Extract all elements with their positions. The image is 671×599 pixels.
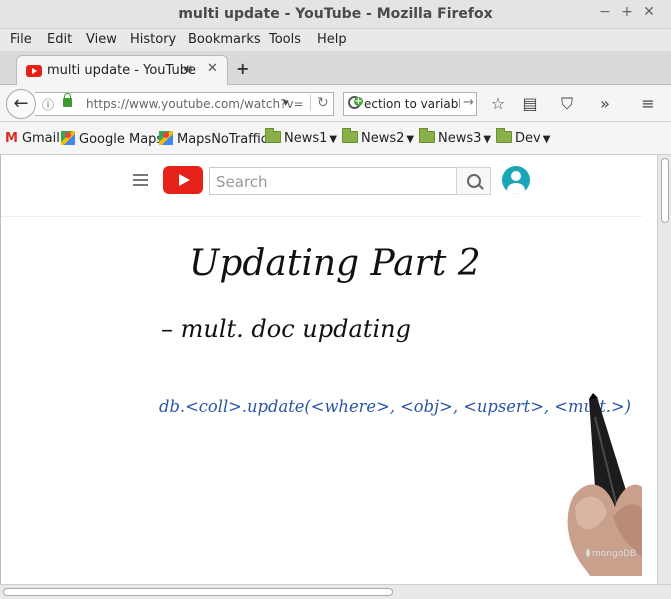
pocket-icon[interactable]: ⛉: [557, 94, 577, 114]
url-dropdown-icon[interactable]: ▾: [283, 96, 289, 109]
window-titlebar: multi update - YouTube - Mozilla Firefox…: [0, 0, 671, 29]
horizontal-scrollbar[interactable]: [0, 584, 671, 599]
vertical-scroll-thumb[interactable]: [661, 158, 669, 223]
search-engine-icon[interactable]: [348, 96, 363, 109]
maximize-button[interactable]: +: [618, 4, 636, 20]
bookmark-folder-news2[interactable]: News2 ▼: [342, 128, 415, 146]
hand: [567, 484, 642, 576]
bookmark-folder-news1[interactable]: News1 ▼: [265, 128, 338, 146]
folder-icon: [419, 128, 435, 143]
search-go-icon[interactable]: →: [463, 95, 474, 110]
handwritten-code: db.<coll>.update(<where>, <obj>, <upsert…: [159, 397, 631, 417]
handwritten-bullet: – mult. doc updating: [161, 315, 411, 343]
folder-icon: [342, 128, 358, 143]
bookmarks-toolbar: M Gmail Google Maps MapsNoTraffic News1 ▼ …: [0, 122, 671, 155]
menu-history[interactable]: History: [130, 32, 176, 47]
maps-icon: [61, 131, 75, 145]
bookmark-label: MapsNoTraffic: [177, 132, 268, 147]
avatar[interactable]: [502, 166, 530, 194]
minimize-button[interactable]: −: [596, 4, 614, 20]
bookmark-label: Gmail: [21, 131, 60, 146]
menu-help[interactable]: Help: [317, 32, 347, 47]
chevron-down-icon: ▼: [329, 134, 338, 145]
tab-youtube[interactable]: multi update - YouTube 🔊︎ ✕: [16, 55, 228, 86]
bookmark-label: Dev: [515, 131, 541, 146]
menubar: File Edit View History Bookmarks Tools H…: [0, 29, 671, 51]
new-tab-button[interactable]: +: [236, 59, 249, 78]
navigation-toolbar: ⓘ https://www.youtube.com/watch?v= ▾ ↻ ←…: [0, 85, 671, 122]
window-title: multi update - YouTube - Mozilla Firefox: [178, 6, 493, 22]
youtube-search-placeholder: Search: [216, 173, 268, 191]
bookmark-label: News2: [361, 131, 405, 146]
video-player[interactable]: Updating Part 2 – mult. doc updating db.…: [1, 216, 642, 576]
tab-close-button[interactable]: ✕: [207, 61, 218, 76]
url-bar[interactable]: ⓘ https://www.youtube.com/watch?v= ▾ ↻: [35, 92, 334, 116]
back-button[interactable]: ←: [6, 89, 36, 119]
hamburger-menu-icon[interactable]: [133, 174, 148, 186]
folder-icon: [496, 128, 512, 143]
page-content: Search Updating Part 2 – mult. doc updat…: [0, 155, 657, 584]
menu-bookmarks[interactable]: Bookmarks: [188, 32, 261, 47]
maps-icon: [159, 131, 173, 145]
chevron-down-icon: ▼: [406, 134, 415, 145]
youtube-masthead: Search: [1, 155, 657, 205]
search-input[interactable]: ection to variable: [364, 97, 460, 111]
menu-edit[interactable]: Edit: [47, 32, 72, 47]
close-window-button[interactable]: ✕: [640, 4, 658, 20]
reading-list-icon[interactable]: ▤: [520, 94, 540, 113]
bookmark-label: Google Maps: [79, 132, 164, 147]
bookmark-label: News1: [284, 131, 328, 146]
bookmark-mapsnotraffic[interactable]: MapsNoTraffic: [159, 131, 268, 147]
star-icon[interactable]: ☆: [488, 94, 508, 113]
bookmark-folder-news3[interactable]: News3 ▼: [419, 128, 492, 146]
handwritten-heading: Updating Part 2: [189, 243, 481, 284]
bookmark-label: News3: [438, 131, 482, 146]
chevron-down-icon: ▼: [542, 134, 551, 145]
bookmark-gmail[interactable]: M Gmail: [5, 131, 60, 146]
menu-icon[interactable]: ≡: [638, 94, 658, 113]
menu-file[interactable]: File: [10, 32, 32, 47]
speaker-icon[interactable]: 🔊︎: [184, 62, 192, 77]
tab-strip: multi update - YouTube 🔊︎ ✕ +: [0, 51, 671, 86]
overflow-icon[interactable]: »: [595, 94, 615, 113]
search-bar[interactable]: ection to variable →: [343, 92, 477, 116]
horizontal-scroll-thumb[interactable]: [3, 588, 393, 596]
tab-title: multi update - YouTube: [47, 63, 196, 78]
video-frame: Updating Part 2 – mult. doc updating db.…: [159, 243, 642, 576]
reload-button[interactable]: ↻: [310, 95, 329, 111]
vertical-scrollbar[interactable]: [657, 155, 671, 584]
menu-tools[interactable]: Tools: [269, 32, 301, 47]
bookmark-google-maps[interactable]: Google Maps: [61, 131, 163, 147]
url-text[interactable]: https://www.youtube.com/watch?v=: [86, 97, 304, 111]
folder-icon: [265, 128, 281, 143]
lock-icon: [63, 93, 72, 107]
mongodb-watermark: mongoDB: [586, 549, 636, 559]
chevron-down-icon: ▼: [483, 134, 492, 145]
youtube-favicon-icon: [26, 65, 42, 77]
bookmark-folder-dev[interactable]: Dev ▼: [496, 128, 551, 146]
youtube-logo[interactable]: [163, 166, 203, 194]
site-info-icon[interactable]: ⓘ: [42, 96, 54, 113]
youtube-search-button[interactable]: [456, 167, 491, 195]
menu-view[interactable]: View: [86, 32, 117, 47]
youtube-search-input[interactable]: Search: [209, 167, 457, 195]
gmail-icon: M: [5, 131, 18, 146]
